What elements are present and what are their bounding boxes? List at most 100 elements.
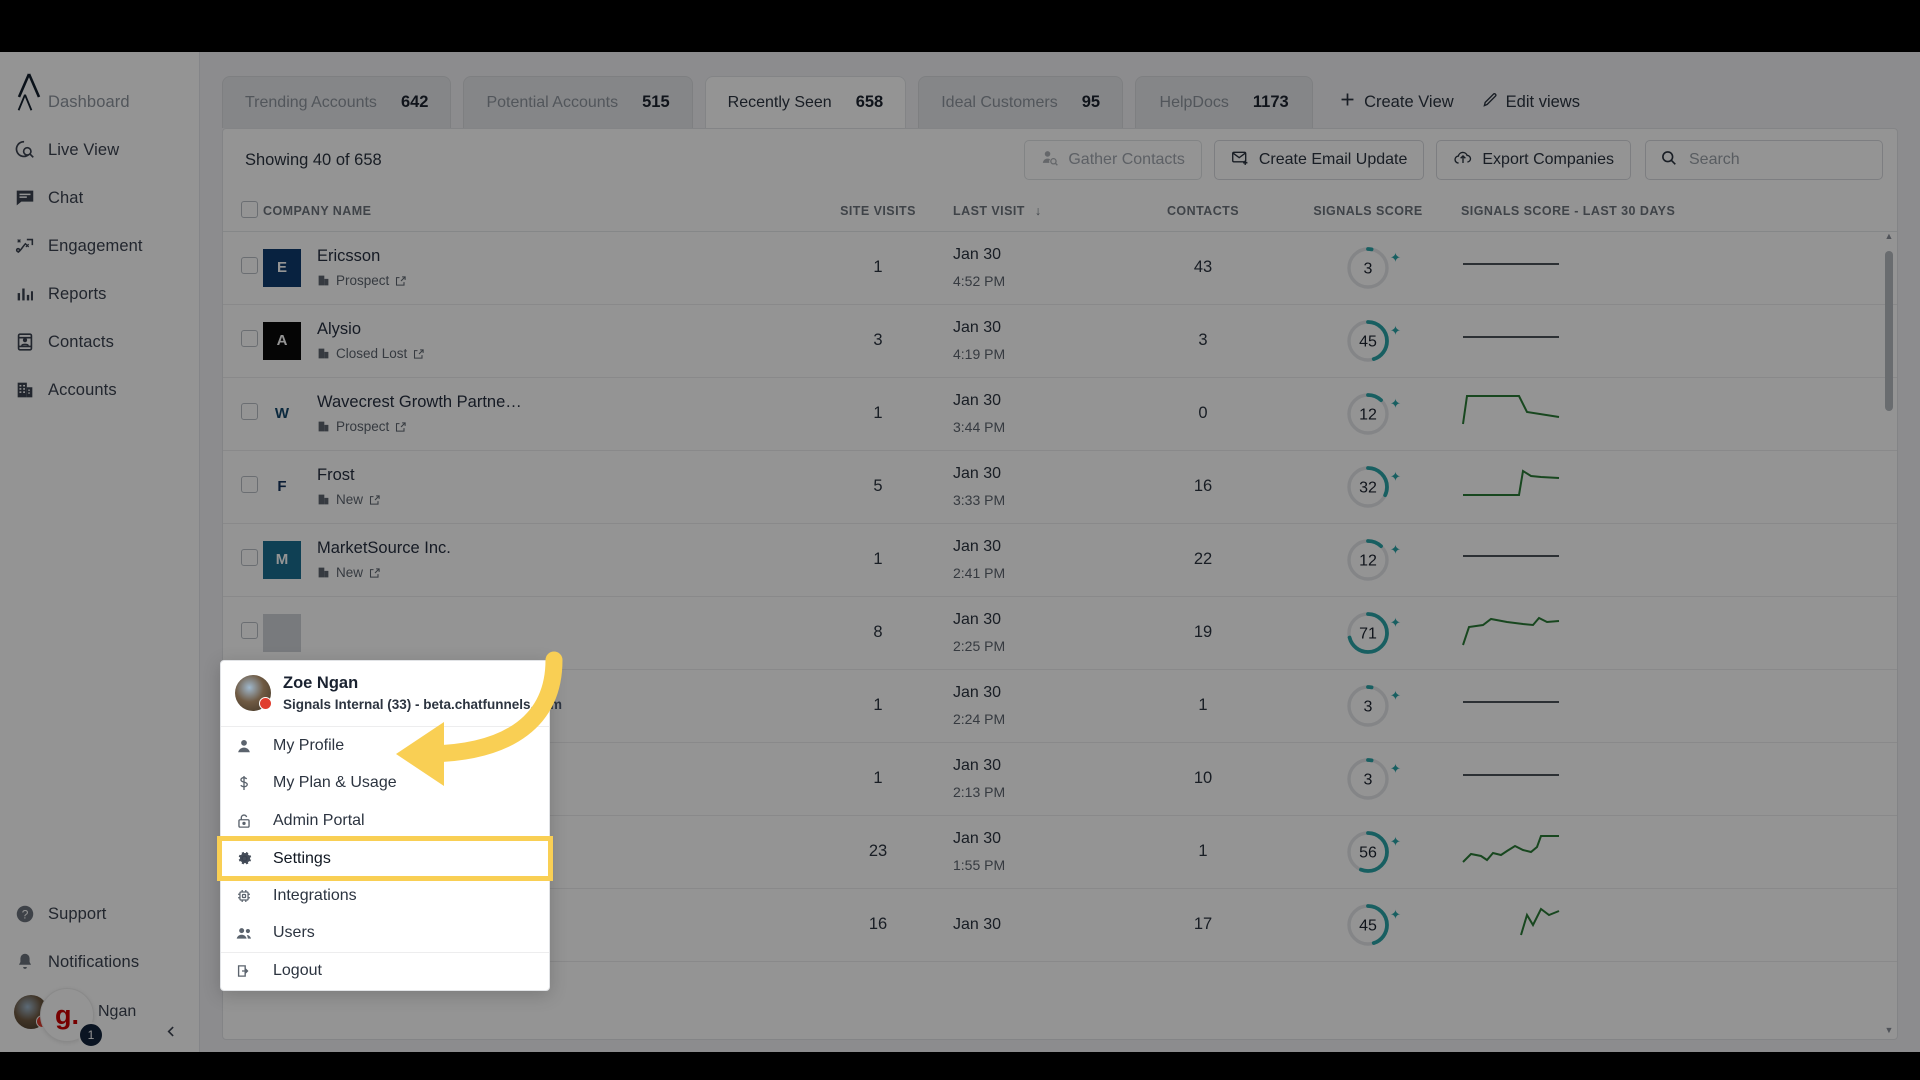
- row-select-cell[interactable]: [223, 231, 263, 305]
- external-link-icon[interactable]: [395, 275, 407, 287]
- last-visit-time: 4:19 PM: [953, 346, 1006, 362]
- row-checkbox[interactable]: [241, 256, 258, 274]
- menu-item-users[interactable]: Users: [221, 915, 549, 953]
- company-logo: F: [263, 467, 301, 506]
- external-link-icon[interactable]: [413, 348, 425, 360]
- signals-score-cell: 32 ✦: [1283, 450, 1453, 524]
- user-org: Signals Internal (33) - beta.chatfunnels…: [283, 697, 563, 712]
- menu-item-admin-portal[interactable]: Admin Portal: [221, 802, 549, 840]
- header-signals-score-30-days[interactable]: SIGNALS SCORE - LAST 30 DAYS: [1453, 191, 1897, 232]
- row-select-cell[interactable]: [223, 523, 263, 597]
- tab-helpdocs[interactable]: HelpDocs 1173: [1135, 76, 1314, 128]
- row-select-cell[interactable]: [223, 596, 263, 670]
- scrollbar-thumb[interactable]: [1885, 251, 1893, 411]
- tab-trending-accounts[interactable]: Trending Accounts 642: [222, 76, 452, 128]
- sidebar-item-support[interactable]: ? Support: [0, 890, 200, 938]
- edit-views-button[interactable]: Edit views: [1468, 76, 1594, 128]
- account-name: Ngan: [98, 1003, 137, 1020]
- company-status: New: [317, 565, 451, 580]
- row-select-cell[interactable]: [223, 304, 263, 378]
- create-email-update-button[interactable]: Create Email Update: [1213, 140, 1425, 180]
- tab-recently-seen[interactable]: Recently Seen 658: [704, 76, 907, 128]
- company-name[interactable]: Ericsson: [317, 247, 407, 266]
- chevron-left-icon[interactable]: [160, 1020, 182, 1042]
- sparkline-cell: [1453, 888, 1897, 962]
- tab-ideal-customers[interactable]: Ideal Customers 95: [918, 76, 1124, 128]
- select-all-header[interactable]: [223, 191, 263, 232]
- sidebar-item-dashboard[interactable]: Dashboard: [0, 78, 200, 126]
- live-view-icon: [14, 139, 48, 161]
- svg-text:3: 3: [1364, 771, 1373, 788]
- last-visit-date: Jan 30: [953, 830, 1002, 847]
- vertical-scrollbar[interactable]: ▲ ▼: [1883, 231, 1895, 1035]
- menu-item-my-plan-usage[interactable]: My Plan & Usage: [221, 765, 549, 803]
- sidebar-item-notifications[interactable]: Notifications: [0, 938, 200, 986]
- row-checkbox[interactable]: [241, 329, 258, 347]
- sidebar-item-accounts[interactable]: Accounts: [0, 366, 200, 414]
- create-view-button[interactable]: Create View: [1325, 76, 1468, 128]
- sidebar-item-chat[interactable]: Chat: [0, 174, 200, 222]
- sidebar-item-engagement[interactable]: Engagement: [0, 222, 200, 270]
- table-row[interactable]: 8 Jan 30 2:25 PM 19 71 ✦: [223, 596, 1897, 670]
- row-checkbox[interactable]: [241, 402, 258, 420]
- signals-score-cell: 45 ✦: [1283, 304, 1453, 378]
- header-company-name[interactable]: COMPANY NAME: [263, 191, 803, 232]
- sidebar-item-contacts[interactable]: Contacts: [0, 318, 200, 366]
- sidebar-item-live-view[interactable]: Live View: [0, 126, 200, 174]
- external-link-icon[interactable]: [369, 567, 381, 579]
- header-site-visits[interactable]: SITE VISITS: [803, 191, 953, 232]
- header-signals-score[interactable]: SIGNALS SCORE: [1283, 191, 1453, 232]
- select-all-checkbox[interactable]: [241, 200, 258, 218]
- table-row[interactable]: A Alysio Closed Lost 3 Jan 30 4:19 PM 3 45 ✦: [223, 304, 1897, 378]
- header-contacts[interactable]: CONTACTS: [1123, 191, 1283, 232]
- menu-item-my-profile[interactable]: My Profile: [221, 727, 549, 765]
- scroll-up-arrow-icon[interactable]: ▲: [1883, 231, 1895, 241]
- gather-contacts-label: Gather Contacts: [1068, 151, 1185, 168]
- signals-sparkline: [1462, 616, 1560, 646]
- company-cell[interactable]: E Ericsson Prospect: [263, 231, 803, 305]
- last-visit-date: Jan 30: [953, 757, 1002, 774]
- table-row[interactable]: W Wavecrest Growth Partne… Prospect 1 Jan 30…: [223, 377, 1897, 451]
- last-visit-cell: Jan 30 4:52 PM: [953, 231, 1123, 305]
- company-name[interactable]: Frost: [317, 466, 381, 485]
- company-name[interactable]: Wavecrest Growth Partne…: [317, 393, 522, 412]
- sidebar-bottom: ? Support Notifications Ngan g. 1: [0, 890, 200, 1048]
- company-name[interactable]: Alysio: [317, 320, 425, 339]
- table-row[interactable]: F Frost New 5 Jan 30 3:33 PM 16 32 ✦: [223, 450, 1897, 524]
- row-checkbox[interactable]: [241, 548, 258, 566]
- external-link-icon[interactable]: [369, 494, 381, 506]
- header-last-visit[interactable]: LAST VISIT ↓: [953, 191, 1123, 232]
- table-row[interactable]: E Ericsson Prospect 1 Jan 30 4:52 PM 43 3 ✦: [223, 231, 1897, 305]
- search-box[interactable]: [1645, 140, 1883, 180]
- row-select-cell[interactable]: [223, 377, 263, 451]
- company-cell[interactable]: F Frost New: [263, 450, 803, 524]
- row-checkbox[interactable]: [241, 621, 258, 639]
- svg-text:3: 3: [1364, 260, 1373, 277]
- company-cell[interactable]: [263, 596, 803, 670]
- export-companies-button[interactable]: Export Companies: [1436, 140, 1631, 180]
- svg-text:56: 56: [1359, 844, 1377, 861]
- external-link-icon[interactable]: [395, 421, 407, 433]
- company-cell[interactable]: M MarketSource Inc. New: [263, 523, 803, 597]
- tab-count: 95: [1081, 93, 1101, 111]
- company-cell[interactable]: W Wavecrest Growth Partne… Prospect: [263, 377, 803, 451]
- scroll-down-arrow-icon[interactable]: ▼: [1883, 1025, 1895, 1035]
- tab-count: 642: [400, 93, 429, 111]
- svg-text:45: 45: [1359, 917, 1377, 934]
- last-visit-cell: Jan 30 1:55 PM: [953, 815, 1123, 889]
- search-input[interactable]: [1689, 151, 1868, 169]
- sidebar: Dashboard Live View Chat Engagement Repo…: [0, 52, 200, 1052]
- signals-score-cell: 12 ✦: [1283, 377, 1453, 451]
- signals-score-cell: 3 ✦: [1283, 742, 1453, 816]
- tab-potential-accounts[interactable]: Potential Accounts 515: [463, 76, 693, 128]
- menu-item-settings[interactable]: Settings: [217, 835, 553, 881]
- menu-item-logout[interactable]: Logout: [221, 952, 549, 990]
- row-checkbox[interactable]: [241, 475, 258, 493]
- table-row[interactable]: M MarketSource Inc. New 1 Jan 30 2:41 PM 22 12 ✦: [223, 523, 1897, 597]
- company-cell[interactable]: A Alysio Closed Lost: [263, 304, 803, 378]
- sidebar-item-reports[interactable]: Reports: [0, 270, 200, 318]
- gather-contacts-button[interactable]: Gather Contacts: [1024, 140, 1202, 180]
- row-select-cell[interactable]: [223, 450, 263, 524]
- menu-item-integrations[interactable]: Integrations: [221, 877, 549, 915]
- company-name[interactable]: MarketSource Inc.: [317, 539, 451, 558]
